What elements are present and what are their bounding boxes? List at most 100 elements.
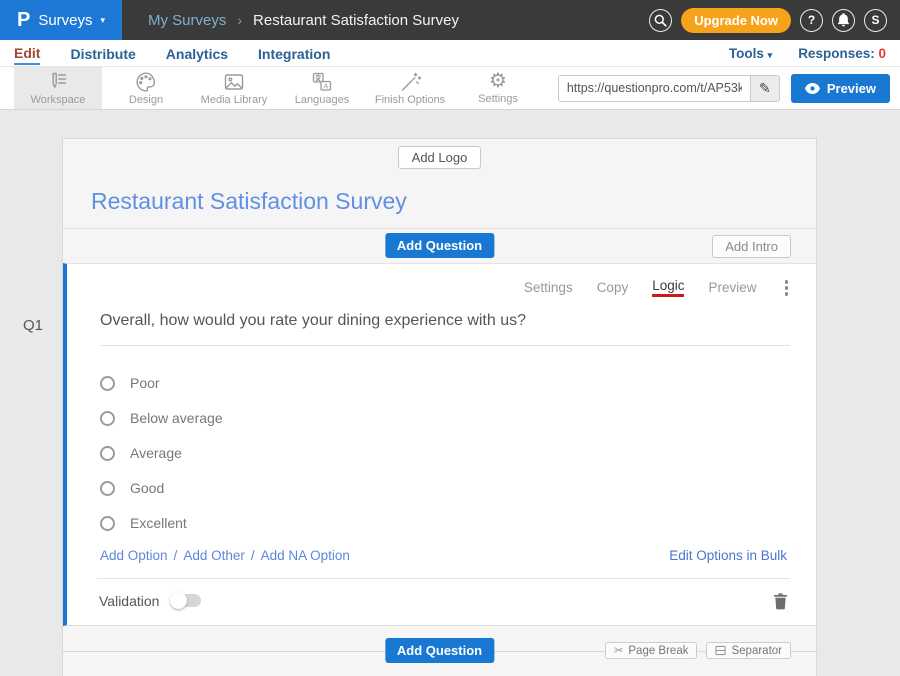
survey-editor-page: Q1 Add Logo Restaurant Satisfaction Surv… bbox=[0, 110, 900, 676]
upgrade-now-button[interactable]: Upgrade Now bbox=[681, 8, 791, 33]
gear-icon: ⚙ bbox=[489, 71, 507, 92]
question-preview-link[interactable]: Preview bbox=[708, 280, 756, 295]
search-icon bbox=[654, 14, 667, 27]
add-other-link[interactable]: Add Other bbox=[183, 548, 245, 563]
answer-option-row: Excellent bbox=[100, 506, 790, 541]
toolbar-item-label: Languages bbox=[295, 94, 349, 106]
radio-button[interactable] bbox=[100, 411, 115, 426]
add-question-button-top[interactable]: Add Question bbox=[385, 233, 494, 258]
option-label[interactable]: Excellent bbox=[130, 515, 187, 531]
tab-edit[interactable]: Edit bbox=[14, 42, 40, 65]
help-button[interactable]: ? bbox=[800, 9, 823, 32]
tools-dropdown[interactable]: Tools ▾ bbox=[729, 46, 772, 61]
radio-button[interactable] bbox=[100, 446, 115, 461]
separator-label: Separator bbox=[731, 645, 782, 657]
link-separator: / bbox=[251, 548, 255, 563]
toolbar-right: ✎ Preview bbox=[558, 67, 890, 109]
survey-title[interactable]: Restaurant Satisfaction Survey bbox=[91, 188, 816, 215]
toolbar-item-workspace[interactable]: Workspace bbox=[14, 67, 102, 109]
answer-option-row: Average bbox=[100, 436, 790, 471]
tabrow-right: Tools ▾ Responses: 0 bbox=[729, 46, 886, 61]
survey-header: Add Logo Restaurant Satisfaction Survey bbox=[63, 139, 816, 215]
translate-icon: A bbox=[310, 71, 334, 93]
question-menu: Settings Copy Logic Preview bbox=[97, 278, 790, 298]
breadcrumb-separator: › bbox=[237, 12, 242, 28]
responses-label: Responses: bbox=[798, 46, 875, 61]
question-block: Settings Copy Logic Preview Overall, how… bbox=[63, 263, 816, 626]
edit-options-in-bulk-link[interactable]: Edit Options in Bulk bbox=[669, 548, 787, 563]
radio-button[interactable] bbox=[100, 516, 115, 531]
toggle-knob bbox=[170, 592, 187, 609]
share-url-box: ✎ bbox=[558, 75, 780, 102]
bell-icon bbox=[837, 13, 850, 27]
radio-button[interactable] bbox=[100, 376, 115, 391]
separator-icon bbox=[715, 645, 726, 656]
breadcrumb: My Surveys › Restaurant Satisfaction Sur… bbox=[148, 12, 459, 29]
add-question-row-top: Add Question Add Intro bbox=[63, 228, 816, 263]
tools-label: Tools bbox=[729, 46, 764, 61]
tab-distribute[interactable]: Distribute bbox=[70, 43, 135, 64]
add-question-button-bottom[interactable]: Add Question bbox=[385, 638, 494, 663]
option-links-row: Add Option / Add Other / Add NA Option E… bbox=[100, 548, 787, 563]
page-break-label: Page Break bbox=[628, 645, 688, 657]
eye-icon bbox=[805, 83, 820, 94]
product-label: Surveys bbox=[38, 12, 92, 29]
workspace-icon bbox=[46, 71, 70, 93]
tab-analytics[interactable]: Analytics bbox=[166, 43, 228, 64]
notifications-button[interactable] bbox=[832, 9, 855, 32]
topbar-actions: Upgrade Now ? S bbox=[649, 8, 887, 33]
page-break-button[interactable]: ✂ Page Break bbox=[605, 642, 697, 659]
answer-option-row: Good bbox=[100, 471, 790, 506]
questionpro-logo: P bbox=[17, 9, 30, 32]
chevron-down-icon: ▾ bbox=[101, 15, 106, 26]
preview-label: Preview bbox=[827, 81, 876, 96]
overflow-menu-icon[interactable] bbox=[783, 278, 791, 298]
breadcrumb-my-surveys[interactable]: My Surveys bbox=[148, 12, 226, 29]
edit-url-button[interactable]: ✎ bbox=[750, 76, 779, 101]
editor-toolbar: Workspace Design Media Library A Languag… bbox=[0, 67, 900, 110]
share-url-input[interactable] bbox=[559, 76, 750, 101]
add-option-link[interactable]: Add Option bbox=[100, 548, 168, 563]
delete-question-button[interactable] bbox=[773, 592, 788, 610]
toolbar-item-label: Media Library bbox=[201, 94, 268, 106]
preview-button[interactable]: Preview bbox=[791, 74, 890, 103]
add-intro-button[interactable]: Add Intro bbox=[712, 235, 791, 258]
tab-integration[interactable]: Integration bbox=[258, 43, 330, 64]
option-label[interactable]: Below average bbox=[130, 410, 223, 426]
answer-option-row: Below average bbox=[100, 401, 790, 436]
question-copy-link[interactable]: Copy bbox=[597, 280, 629, 295]
option-label[interactable]: Good bbox=[130, 480, 164, 496]
toolbar-item-finish-options[interactable]: Finish Options bbox=[366, 67, 454, 109]
add-logo-button[interactable]: Add Logo bbox=[398, 146, 482, 169]
survey-card: Add Logo Restaurant Satisfaction Survey … bbox=[62, 138, 817, 676]
responses-counter[interactable]: Responses: 0 bbox=[798, 46, 886, 61]
radio-button[interactable] bbox=[100, 481, 115, 496]
toolbar-item-design[interactable]: Design bbox=[102, 67, 190, 109]
responses-count: 0 bbox=[878, 46, 886, 61]
answer-options: Poor Below average Average Good Excellen… bbox=[100, 366, 790, 541]
toolbar-item-media-library[interactable]: Media Library bbox=[190, 67, 278, 109]
question-logic-link[interactable]: Logic bbox=[652, 278, 684, 297]
toolbar-item-label: Workspace bbox=[31, 94, 86, 106]
user-avatar[interactable]: S bbox=[864, 9, 887, 32]
answer-option-row: Poor bbox=[100, 366, 790, 401]
toolbar-item-settings[interactable]: ⚙ Settings bbox=[454, 67, 542, 109]
question-settings-link[interactable]: Settings bbox=[524, 280, 573, 295]
trash-icon bbox=[773, 592, 788, 610]
svg-text:A: A bbox=[323, 83, 328, 90]
card-footer: Add Question ✂ Page Break Separator bbox=[63, 626, 816, 676]
validation-toggle[interactable] bbox=[171, 594, 201, 607]
separator-button[interactable]: Separator bbox=[706, 642, 791, 659]
search-button[interactable] bbox=[649, 9, 672, 32]
add-na-option-link[interactable]: Add NA Option bbox=[261, 548, 350, 563]
question-text[interactable]: Overall, how would you rate your dining … bbox=[100, 312, 790, 346]
image-icon bbox=[222, 71, 246, 93]
pencil-icon: ✎ bbox=[759, 80, 771, 97]
palette-icon bbox=[134, 71, 158, 93]
toolbar-item-languages[interactable]: A Languages bbox=[278, 67, 366, 109]
validation-row: Validation bbox=[97, 578, 790, 623]
option-label[interactable]: Poor bbox=[130, 375, 160, 391]
breadcrumb-current-survey: Restaurant Satisfaction Survey bbox=[253, 12, 459, 29]
option-label[interactable]: Average bbox=[130, 445, 182, 461]
surveys-product-menu[interactable]: P Surveys ▾ bbox=[0, 0, 122, 40]
